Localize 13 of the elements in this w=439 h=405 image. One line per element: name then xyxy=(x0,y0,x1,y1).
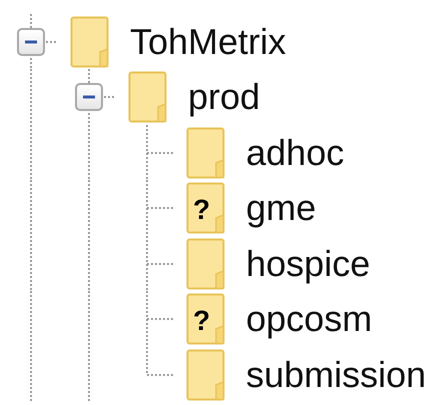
folder-label[interactable]: prod xyxy=(188,75,260,120)
collapse-toggle[interactable] xyxy=(17,28,45,56)
tree-line xyxy=(46,40,58,43)
collapse-toggle[interactable] xyxy=(75,83,103,112)
folder-label[interactable]: opcosm xyxy=(246,297,372,342)
folder-label[interactable]: submission xyxy=(246,352,426,397)
folder-label[interactable]: hospice xyxy=(246,242,370,286)
question-mark-icon: ? xyxy=(193,307,210,336)
tree-line xyxy=(104,96,116,98)
folder-label[interactable]: gme xyxy=(246,186,316,230)
folder-label[interactable]: adhoc xyxy=(246,130,344,175)
question-mark-icon: ? xyxy=(193,196,210,224)
folder-label[interactable]: TohMetrix xyxy=(130,20,286,64)
